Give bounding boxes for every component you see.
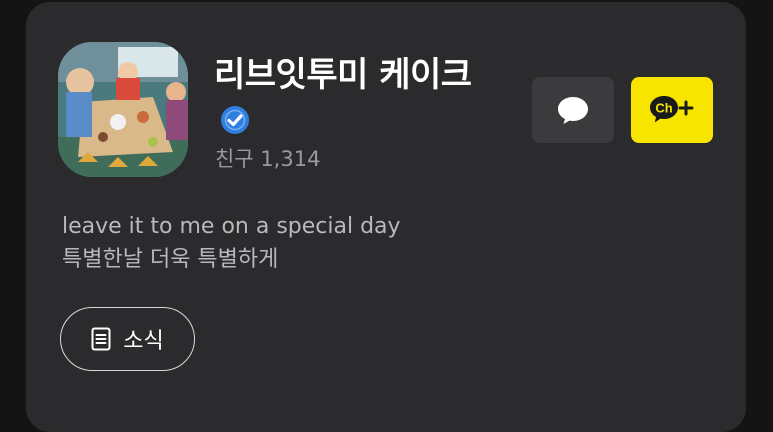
avatar-illustration <box>58 42 188 177</box>
verified-badge-icon <box>221 105 249 134</box>
channel-name: 리브잇투미 케이크 <box>214 52 474 144</box>
description-line-ko: 특별한날 더욱 특별하게 <box>62 247 279 272</box>
news-button-label: 소식 <box>123 329 164 354</box>
channel-add-icon: Ch <box>650 96 694 123</box>
channel-description: leave it to me on a special day 특별한날 더욱 … <box>62 210 401 276</box>
chat-button[interactable] <box>532 77 614 143</box>
friend-count: 친구 1,314 <box>215 147 321 171</box>
description-line-en: leave it to me on a special day <box>62 214 401 239</box>
avatar[interactable] <box>58 42 188 177</box>
speech-bubble-icon <box>558 97 588 124</box>
document-icon <box>91 327 111 351</box>
add-channel-button[interactable]: Ch <box>631 77 713 143</box>
news-button[interactable]: 소식 <box>60 307 195 371</box>
channel-name-text: 리브잇투미 케이크 <box>214 55 472 95</box>
channel-add-label: Ch <box>655 101 672 116</box>
